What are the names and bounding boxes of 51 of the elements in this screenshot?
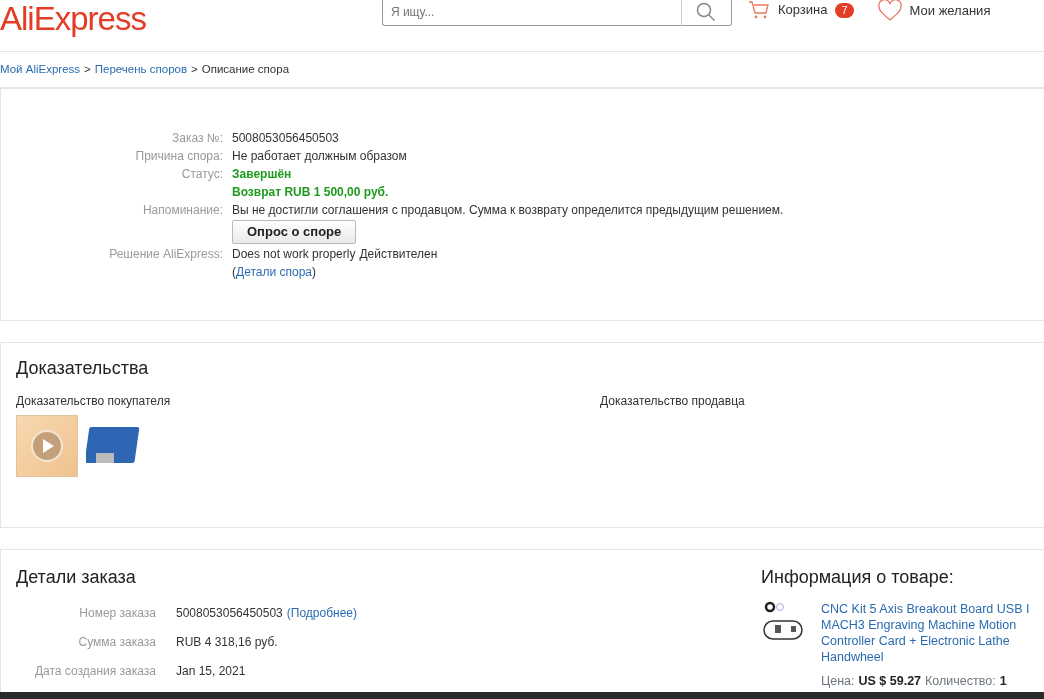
paren-text: ) — [312, 265, 316, 279]
product-title-link[interactable]: CNC Kit 5 Axis Breakout Board USB I MACH3 Engraving Machine Motion Controller Card + Electronic Lathe Handwheel — [821, 601, 1030, 665]
paren-text: ( — [232, 265, 236, 279]
field-label: Дата создания заказа — [34, 664, 156, 678]
heart-icon — [877, 0, 902, 22]
status-text: Завершён — [232, 166, 293, 183]
survey-button[interactable]: Опрос о споре — [232, 220, 357, 244]
status-text: Возврат RUB 1 500,00 руб. — [232, 184, 389, 201]
field-label: Напоминание: — [142, 203, 223, 217]
cart-icon — [747, 0, 770, 20]
field-value: 5008053056450503 — [232, 130, 339, 147]
field-label: Номер заказа — [79, 606, 156, 620]
wishlist-link[interactable]: Мои желания — [877, 0, 991, 22]
field-value: 5008053056450503 — [176, 605, 283, 622]
section-title: Доказательства — [16, 357, 150, 380]
price-label: Цена: — [821, 673, 855, 689]
search-icon — [696, 2, 717, 22]
cart-count-badge: 7 — [835, 2, 854, 18]
evidence-label: Доказательство покупателя — [16, 393, 172, 410]
wishlist-label: Мои желания — [909, 2, 991, 21]
price-value: US $ 59.27 — [858, 673, 922, 689]
cart-link[interactable]: Корзина 7 — [747, 0, 854, 20]
video-thumbnail[interactable] — [16, 415, 78, 477]
field-value: Does not work properly — [232, 246, 356, 263]
breadcrumb-text: > — [84, 61, 91, 77]
play-icon — [30, 429, 64, 463]
field-value: Не работает должным образом — [232, 148, 407, 165]
field-label: Заказ №: — [171, 131, 223, 145]
field-label: Статус: — [181, 167, 223, 181]
field-value: RUB 4 318,16 руб. — [176, 634, 278, 651]
breadcrumb-text: Описание спора — [201, 61, 290, 77]
field-label: Сумма заказа — [78, 635, 156, 649]
field-label: Решение AliExpress: — [109, 247, 223, 261]
breadcrumb-link[interactable]: Перечень споров — [94, 60, 188, 79]
search-button[interactable] — [681, 0, 732, 26]
evidence-label: Доказательство продавца — [600, 393, 745, 410]
quantity-value: 1 — [999, 673, 1007, 689]
field-value: Действителен — [359, 246, 438, 263]
section-title: Информация о товаре: — [761, 566, 955, 589]
breadcrumb-link[interactable]: Мой AliExpress — [0, 60, 81, 79]
field-value: Вы не достигли соглашения с продавцом. Сумма к возврату определится предыдущим решением. — [232, 202, 784, 219]
field-value: Jan 15, 2021 — [176, 663, 246, 680]
breadcrumb-text: > — [191, 61, 198, 77]
logo: AliExpress — [0, 2, 146, 35]
quantity-label: Количество: — [925, 673, 996, 689]
field-label: Причина спора: — [135, 149, 223, 163]
dispute-details-link[interactable]: Детали спора — [236, 265, 312, 279]
cart-label: Корзина — [777, 1, 828, 20]
search-field[interactable]: Я ищу... — [381, 0, 682, 26]
section-title: Детали заказа — [16, 566, 137, 589]
order-more-link[interactable]: (Подробнее) — [286, 604, 357, 622]
